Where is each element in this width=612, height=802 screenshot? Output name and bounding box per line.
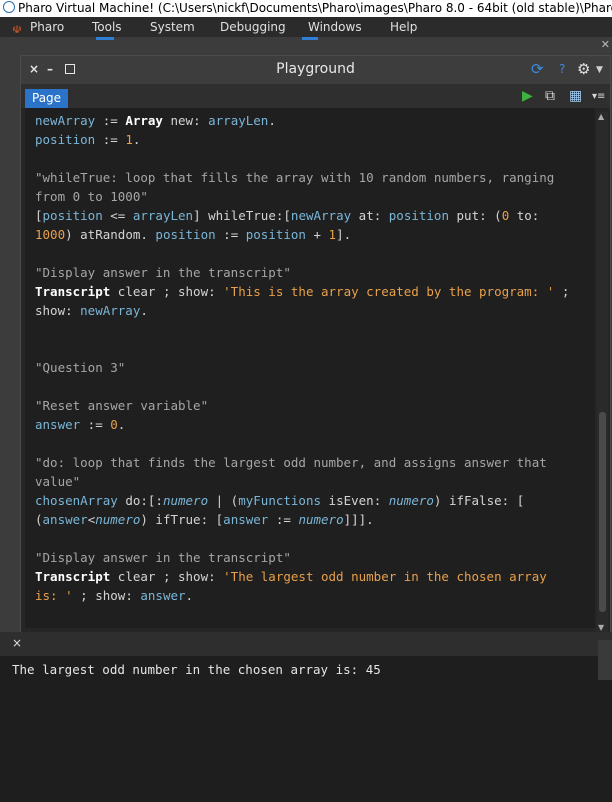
menu-windows[interactable]: Windows (308, 17, 362, 37)
code-line: show: newArray. (35, 303, 148, 318)
menu-tools[interactable]: Tools (92, 17, 122, 37)
transcript-window: × The largest odd number in the chosen a… (0, 632, 612, 802)
menu-help[interactable]: Help (390, 17, 417, 37)
code-line: "Question 3" (35, 360, 126, 375)
scroll-up-icon[interactable]: ▲ (598, 112, 604, 121)
columns-icon[interactable]: ▦ (569, 88, 582, 104)
menu-pharo[interactable]: Pharo (30, 17, 64, 37)
window-titlebar: Pharo Virtual Machine! (C:\Users\nickf\D… (0, 0, 612, 17)
transcript-titlebar[interactable]: × (0, 632, 612, 656)
scrollbar-thumb[interactable] (599, 412, 606, 612)
code-line: value" (35, 474, 81, 489)
scroll-down-icon[interactable]: ▼ (598, 623, 604, 632)
code-line: Transcript clear ; show: 'This is the ar… (35, 284, 570, 299)
menu-system[interactable]: System (150, 17, 195, 37)
code-line: answer := 0. (35, 417, 126, 432)
pharo-app-icon (3, 1, 15, 13)
playground-window: × – Playground ⟳ ? ⚙ ▼ Page ▶ ⧉ ▦ ▾≡ new… (20, 55, 611, 637)
window-title: Pharo Virtual Machine! (C:\Users\nickf\D… (18, 1, 612, 15)
pharo-logo-icon[interactable]: ☫ (12, 20, 22, 40)
code-editor[interactable]: newArray := Array new: arrayLen. position… (25, 108, 595, 628)
code-line: Transcript clear ; show: 'The largest od… (35, 569, 547, 584)
code-line: position := 1. (35, 132, 141, 147)
transcript-output: The largest odd number in the chosen arr… (12, 662, 381, 677)
run-icon[interactable]: ▶ (522, 88, 533, 104)
inspect-icon[interactable]: ⧉ (545, 88, 555, 104)
playground-titlebar[interactable]: × – Playground ⟳ ? ⚙ ▼ (21, 56, 610, 84)
code-line: "Display answer in the transcript" (35, 550, 291, 565)
gear-icon[interactable]: ⚙ (577, 60, 590, 78)
playground-title: Playground (276, 61, 355, 77)
close-icon[interactable]: ✕ (601, 38, 610, 51)
code-line: "do: loop that finds the largest odd num… (35, 455, 547, 470)
editor-scrollbar[interactable]: ▲ ▼ (597, 112, 608, 632)
code-line: "Reset answer variable" (35, 398, 209, 413)
menubar: ☫ Pharo Tools System Debugging Windows H… (0, 17, 612, 37)
code-line: (answer<numero) ifTrue: [answer := numer… (35, 512, 374, 527)
code-line: from 0 to 1000" (35, 189, 148, 204)
code-line: "Display answer in the transcript" (35, 265, 291, 280)
background-window-edge (96, 37, 114, 40)
close-icon[interactable]: × (12, 636, 22, 650)
menu-icon[interactable]: ▾≡ (592, 91, 605, 102)
code-line: [position <= arrayLen] whileTrue:[newArr… (35, 208, 540, 223)
side-panel-edge (598, 640, 612, 680)
code-line: "whileTrue: loop that fills the array wi… (35, 170, 555, 185)
tab-page[interactable]: Page (25, 89, 69, 108)
background-window-edge (302, 37, 318, 40)
dropdown-icon[interactable]: ▼ (596, 65, 603, 75)
code-line: newArray := Array new: arrayLen. (35, 113, 276, 128)
code-line: is: ' ; show: answer. (35, 588, 194, 603)
code-text[interactable]: newArray := Array new: arrayLen. position… (35, 111, 569, 605)
playground-toolbar: Page ▶ ⧉ ▦ ▾≡ (21, 84, 610, 108)
refresh-icon[interactable]: ⟳ (531, 60, 544, 78)
help-icon[interactable]: ? (559, 62, 565, 76)
code-line: chosenArray do:[:numero | (myFunctions i… (35, 493, 525, 508)
code-line: 1000) atRandom. position := position + 1… (35, 227, 352, 242)
menu-debugging[interactable]: Debugging (220, 17, 286, 37)
